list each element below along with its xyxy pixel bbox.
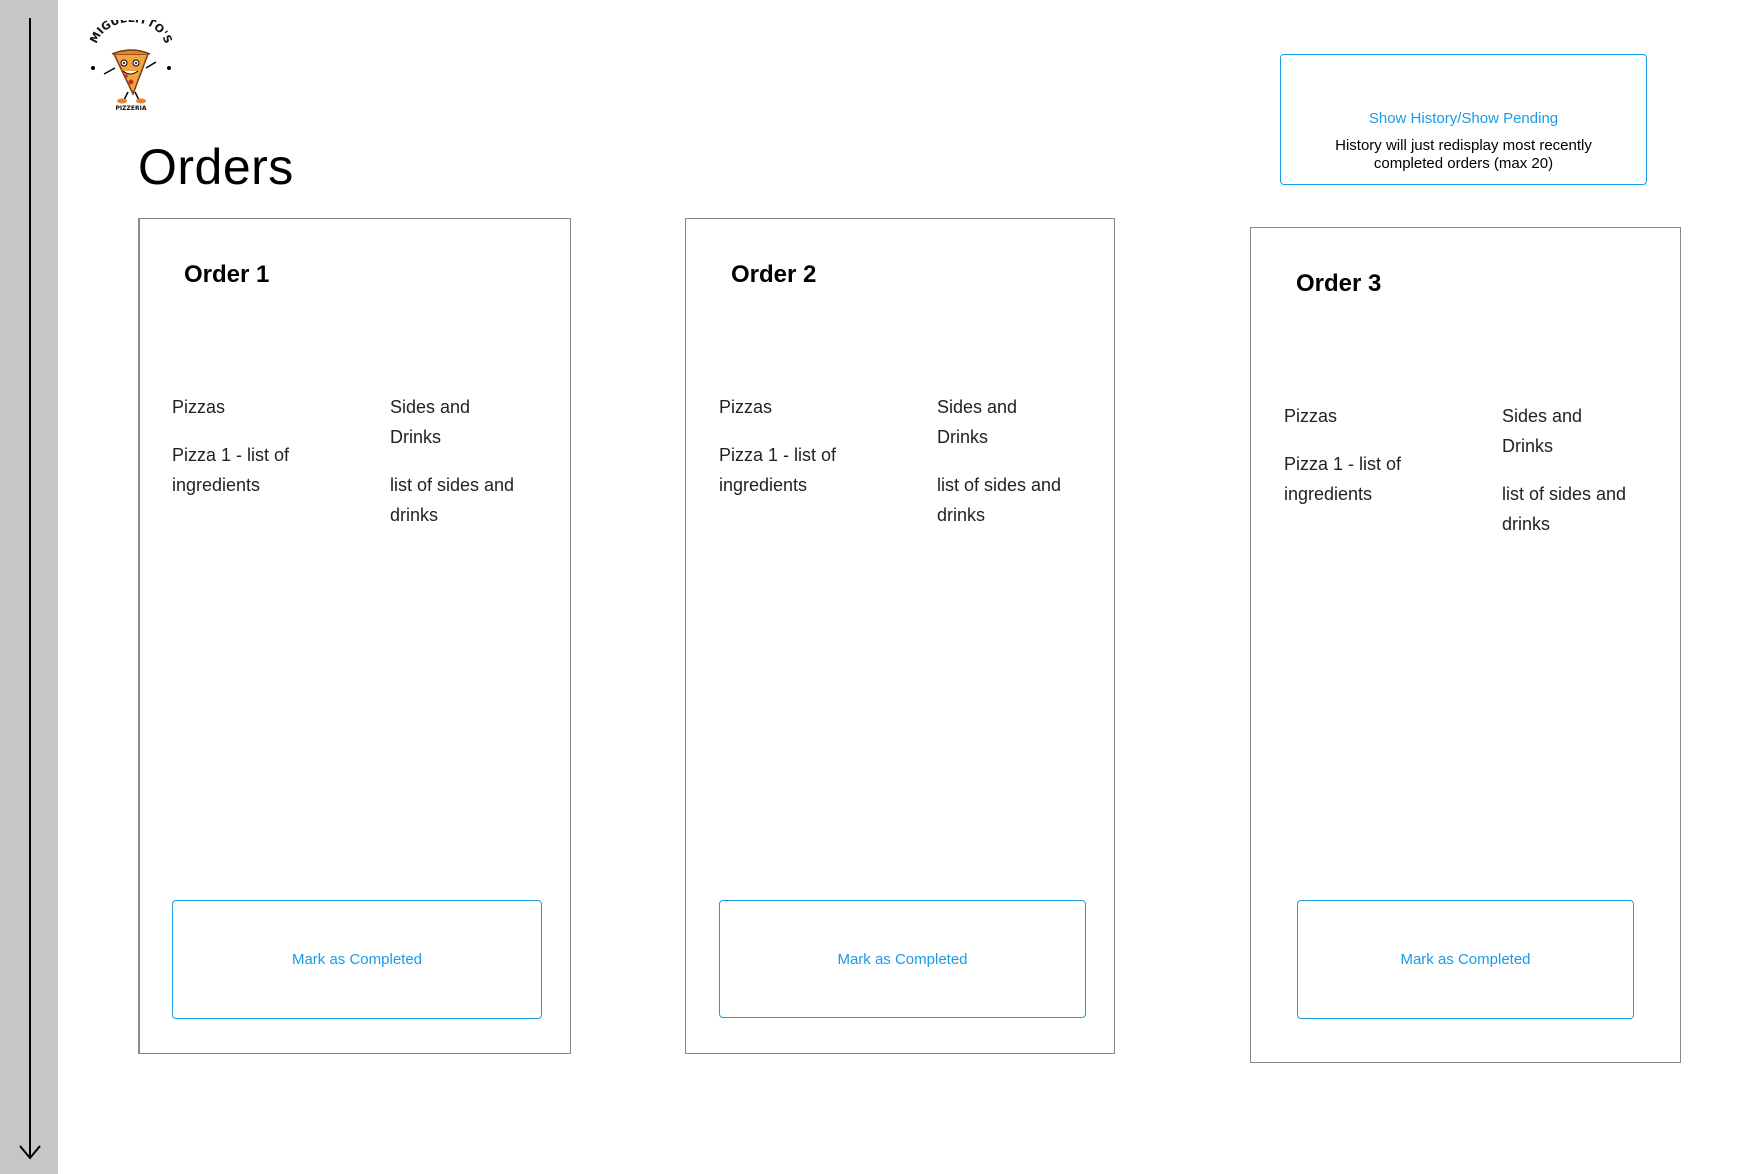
pizzeria-logo: MIGUELITTO'S PIZZERIA: [86, 12, 176, 112]
logo-top-text: MIGUELITTO'S: [87, 20, 174, 45]
pizza-item: Pizza 1 - list of ingredients: [1284, 454, 1402, 504]
order-card-1: Order 1 Pizzas Pizza 1 - list of ingredi…: [138, 218, 571, 1054]
logo-bottom-text: PIZZERIA: [116, 105, 147, 112]
pizzas-heading: Pizzas: [172, 397, 226, 417]
mark-completed-button[interactable]: Mark as Completed: [719, 900, 1086, 1018]
pizzas-heading: Pizzas: [1284, 406, 1338, 426]
mark-completed-button[interactable]: Mark as Completed: [1297, 900, 1634, 1019]
scroll-down-arrow-icon: [19, 18, 41, 1160]
sides-heading: Sides and Drinks: [937, 397, 1018, 447]
sides-heading: Sides and Drinks: [1502, 406, 1583, 456]
order-title: Order 1: [184, 261, 270, 288]
order-card-3: Order 3 Pizzas Pizza 1 - list of ingredi…: [1250, 227, 1681, 1063]
history-note: History will just redisplay most recentl…: [1335, 137, 1592, 172]
sides-item: list of sides and drinks: [1502, 484, 1627, 534]
mark-completed-button[interactable]: Mark as Completed: [172, 900, 542, 1019]
sides-item: list of sides and drinks: [390, 475, 515, 525]
order-card-2: Order 2 Pizzas Pizza 1 - list of ingredi…: [685, 218, 1115, 1054]
pizza-item: Pizza 1 - list of ingredients: [719, 445, 837, 495]
sides-heading: Sides and Drinks: [390, 397, 471, 447]
page-title: Orders: [138, 139, 294, 195]
pizza-item: Pizza 1 - list of ingredients: [172, 445, 290, 495]
sides-item: list of sides and drinks: [937, 475, 1062, 525]
pizzas-heading: Pizzas: [719, 397, 773, 417]
history-toggle-label: Show History/Show Pending: [1368, 110, 1559, 127]
order-title: Order 2: [731, 261, 817, 288]
order-title: Order 3: [1296, 270, 1382, 297]
pizza-mascot-icon: [91, 49, 171, 104]
scroll-indicator[interactable]: [0, 0, 58, 1174]
show-history-toggle-button[interactable]: Show History/Show Pending History will j…: [1280, 54, 1647, 185]
